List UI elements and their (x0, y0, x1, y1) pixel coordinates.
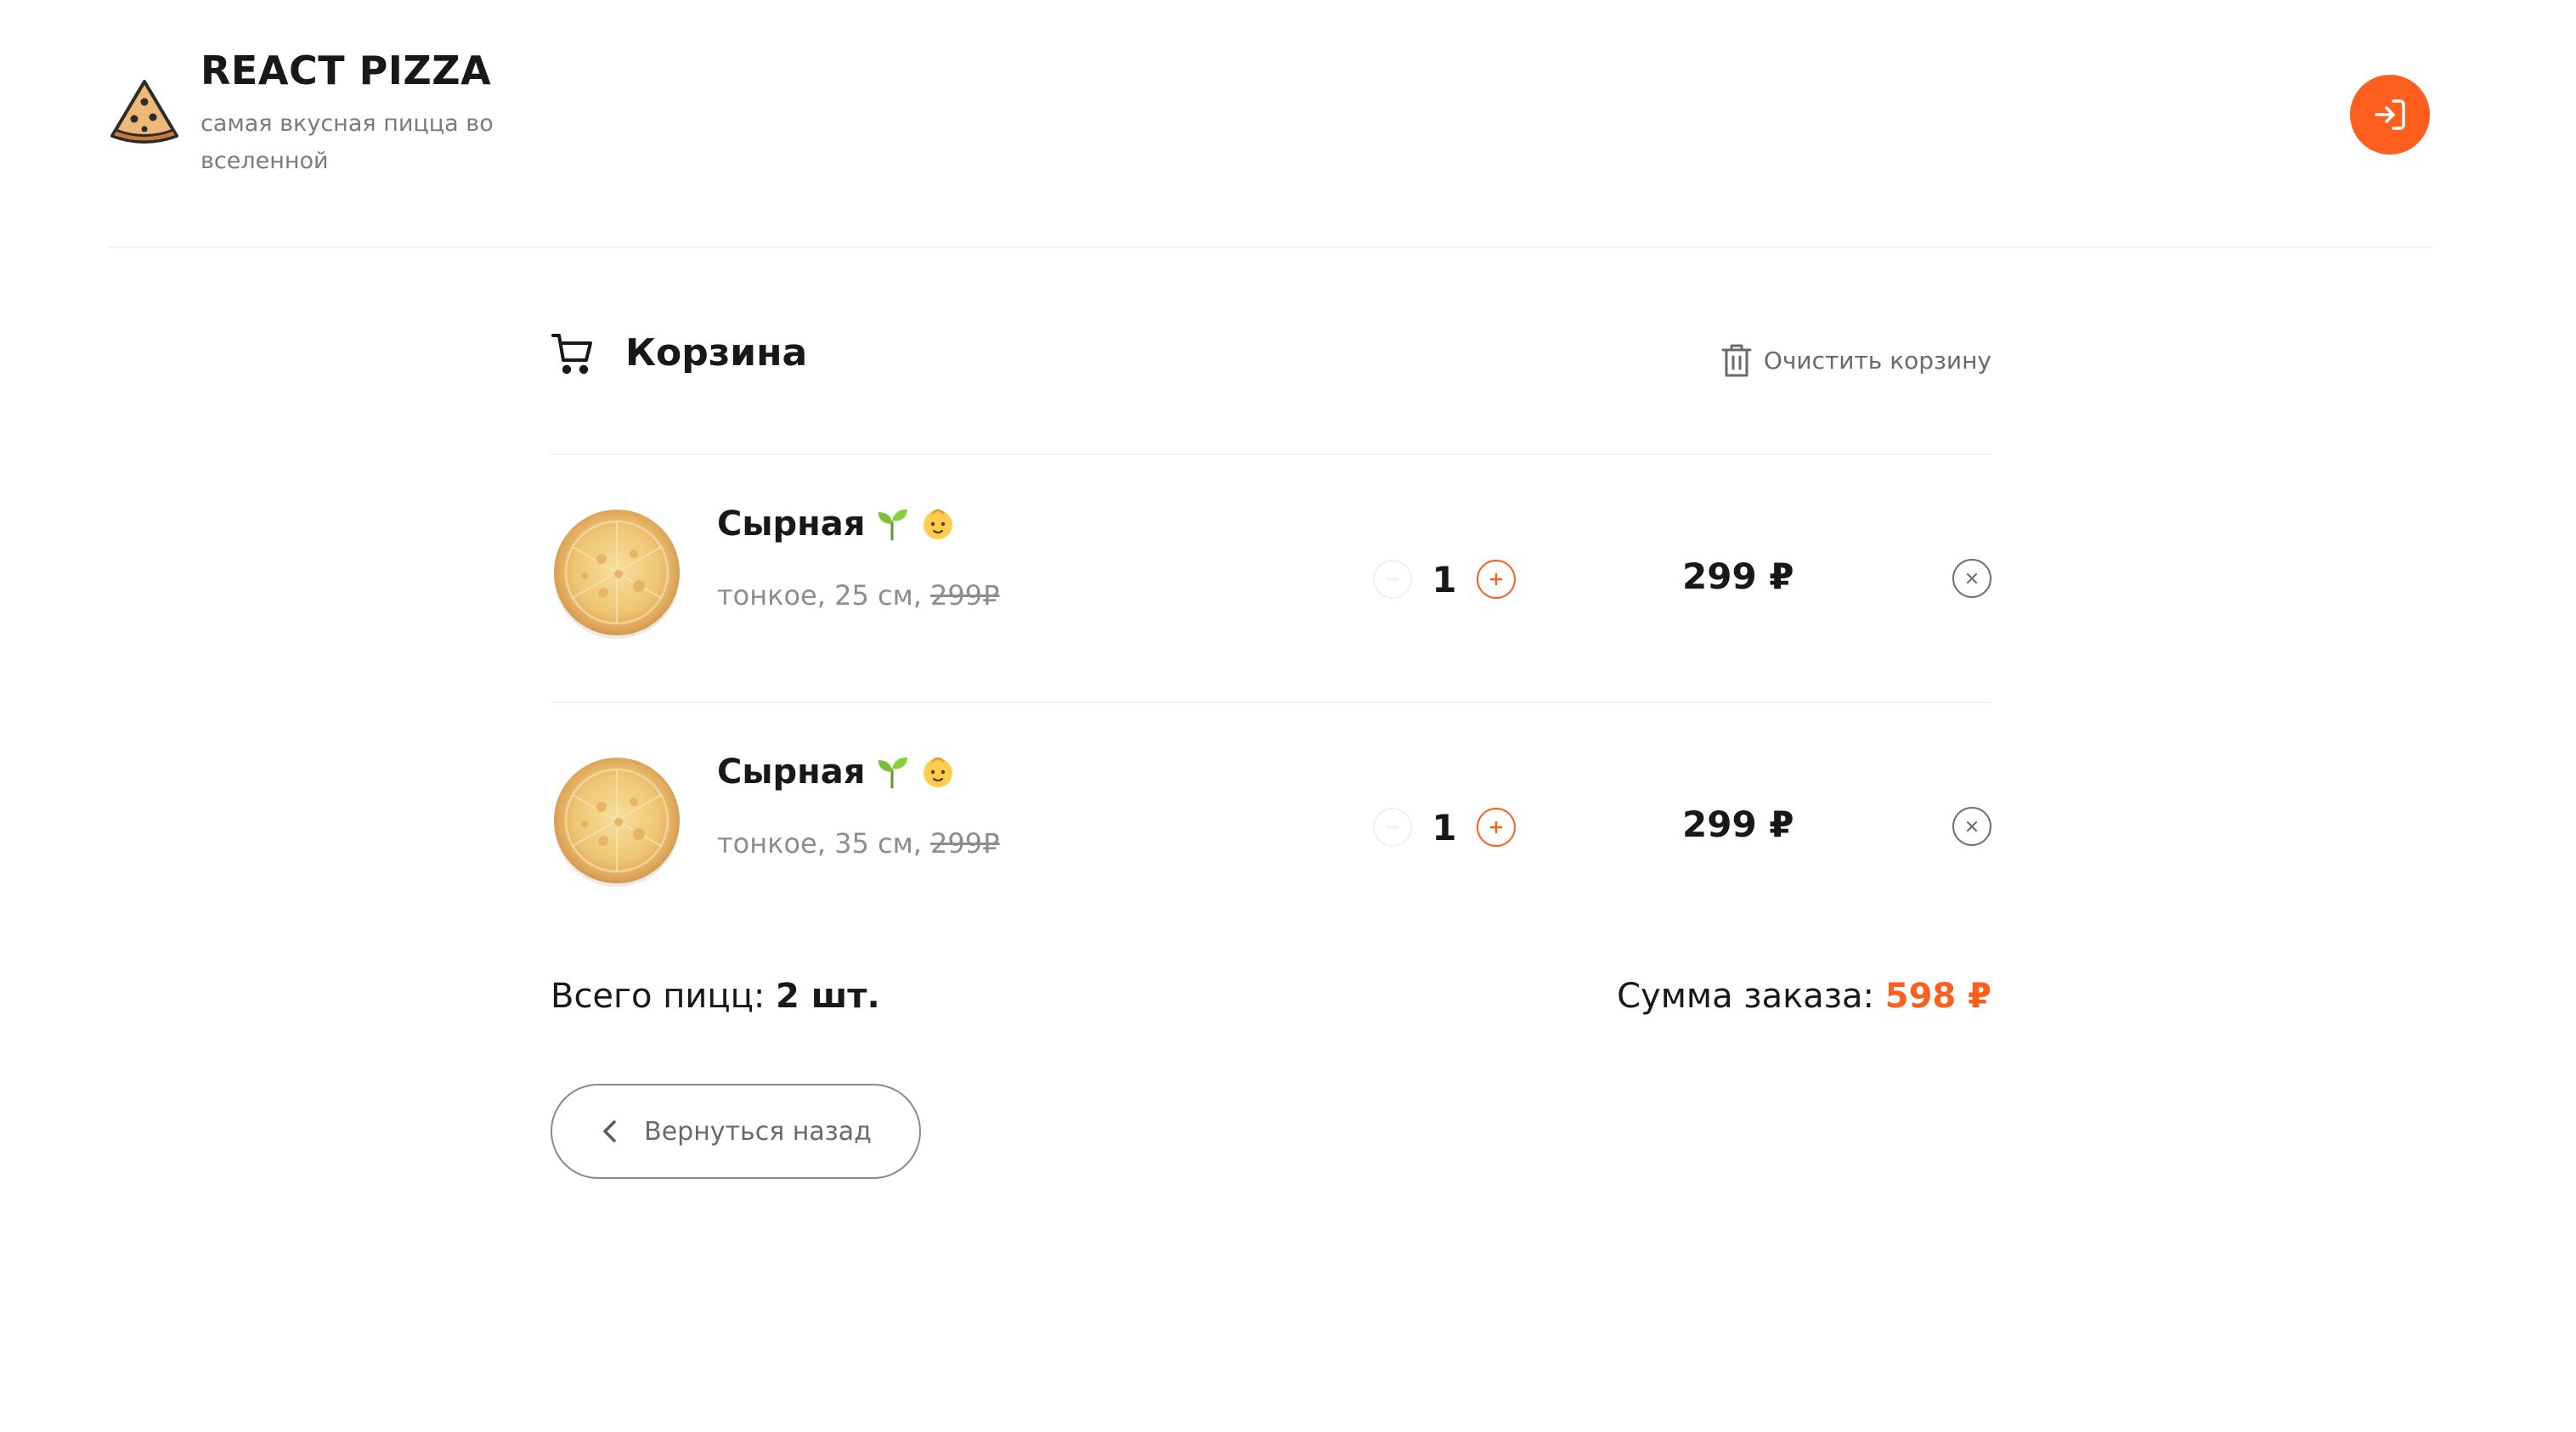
cart-item: Сырная тонкое, 25 см, 299₽ 1 299 ₽ (551, 455, 1991, 703)
pizza-slice-icon[interactable] (109, 76, 180, 148)
back-button[interactable]: Вернуться назад (551, 1084, 921, 1179)
login-icon (2375, 99, 2405, 130)
cart: Корзина Очистить корзину Сырная тонкое, … (551, 323, 1991, 1179)
pizza-image (554, 758, 680, 887)
plus-icon (1489, 820, 1503, 834)
seedling-icon (878, 509, 908, 541)
cart-item: Сырная тонкое, 35 см, 299₽ 1 299 ₽ (551, 703, 1991, 951)
clear-cart-label: Очистить корзину (1763, 346, 1991, 375)
cart-summary: Всего пицц: 2 шт. Сумма заказа: 598 ₽ (551, 951, 1991, 1084)
back-label: Вернуться назад (644, 1116, 872, 1147)
total-count-value: 2 шт. (776, 977, 880, 1016)
cart-title: Корзина (625, 331, 808, 375)
item-old-price: 299₽ (930, 827, 1000, 860)
close-icon (1966, 572, 1978, 584)
cart-top: Корзина Очистить корзину (551, 323, 1991, 455)
item-name: Сырная (717, 753, 957, 792)
trash-icon (1721, 344, 1752, 377)
item-price: 299 ₽ (1682, 555, 1794, 597)
close-icon (1966, 820, 1978, 832)
remove-item-button[interactable] (1952, 807, 1991, 846)
plus-icon (1489, 572, 1503, 586)
login-button[interactable] (2350, 75, 2430, 155)
item-name: Сырная (717, 505, 957, 544)
decrease-button[interactable] (1373, 560, 1412, 599)
total-sum: Сумма заказа: 598 ₽ (1617, 977, 1991, 1016)
item-description: тонкое, 35 см, 299₽ (717, 827, 1000, 860)
increase-button[interactable] (1477, 808, 1516, 847)
clear-cart-button[interactable]: Очистить корзину (1720, 341, 1991, 379)
baby-icon (924, 757, 953, 787)
quantity-value: 1 (1432, 806, 1457, 848)
chevron-left-icon (603, 1120, 616, 1142)
minus-icon (1386, 578, 1399, 581)
increase-button[interactable] (1477, 560, 1516, 599)
quantity-stepper: 1 (1373, 557, 1516, 601)
item-old-price: 299₽ (930, 579, 1000, 612)
total-sum-value: 598 ₽ (1884, 977, 1991, 1016)
remove-item-button[interactable] (1952, 559, 1991, 598)
seedling-icon (878, 757, 908, 789)
quantity-stepper: 1 (1373, 805, 1516, 849)
item-name-text: Сырная (717, 505, 866, 544)
cart-icon (551, 334, 592, 375)
pizza-image (554, 510, 680, 639)
brand-title[interactable]: REACT PIZZA (201, 48, 491, 93)
decrease-button[interactable] (1373, 808, 1412, 847)
quantity-value: 1 (1432, 558, 1457, 600)
brand-subtitle: самая вкусная пицца во вселенной (201, 110, 494, 174)
item-name-text: Сырная (717, 753, 866, 792)
item-description: тонкое, 25 см, 299₽ (717, 579, 1000, 612)
header: REACT PIZZA самая вкусная пицца во вселе… (109, 0, 2433, 248)
baby-icon (924, 509, 953, 539)
minus-icon (1386, 826, 1399, 829)
item-price: 299 ₽ (1682, 803, 1794, 845)
total-count: Всего пицц: 2 шт. (551, 977, 880, 1016)
